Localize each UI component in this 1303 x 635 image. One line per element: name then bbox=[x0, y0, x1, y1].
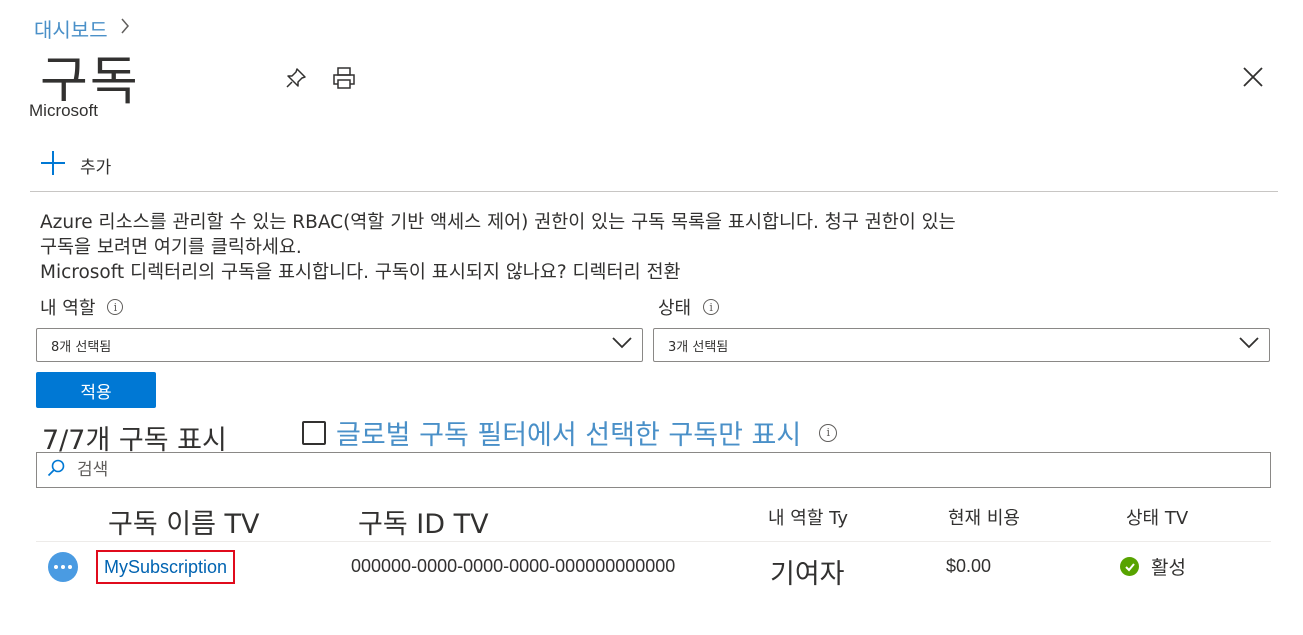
chevron-right-icon bbox=[120, 18, 130, 39]
description-line-2[interactable]: 구독을 보려면 여기를 클릭하세요. bbox=[40, 235, 1240, 260]
description: Azure 리소스를 관리할 수 있는 RBAC(역할 기반 액세스 제어) 권… bbox=[40, 210, 1240, 285]
column-header-status[interactable]: 상태 TV bbox=[1126, 504, 1188, 530]
status-filter-label: 상태 i bbox=[658, 294, 720, 320]
breadcrumb: 대시보드 bbox=[34, 14, 130, 43]
print-icon[interactable] bbox=[332, 66, 356, 90]
global-filter-option: 글로벌 구독 필터에서 선택한 구독만 표시 i bbox=[302, 413, 838, 452]
info-icon[interactable]: i bbox=[819, 423, 838, 442]
add-button-label: 추가 bbox=[80, 157, 112, 178]
column-header-cost[interactable]: 현재 비용 bbox=[948, 504, 1020, 530]
breadcrumb-dashboard-link[interactable]: 대시보드 bbox=[34, 14, 108, 43]
search-box bbox=[36, 452, 1271, 488]
role-cell: 기여자 bbox=[770, 559, 845, 590]
status-dropdown[interactable]: 3개 선택됨 bbox=[653, 328, 1270, 362]
page-subtitle: Microsoft bbox=[29, 101, 100, 121]
role-filter-label: 내 역할 i bbox=[40, 294, 124, 320]
check-circle-icon bbox=[1120, 557, 1139, 576]
close-icon[interactable] bbox=[1240, 64, 1266, 90]
cost-cell: $0.00 bbox=[946, 556, 992, 576]
role-filter-label-text: 내 역할 bbox=[40, 298, 96, 319]
status-text: 활성 bbox=[1151, 557, 1186, 579]
plus-icon bbox=[40, 150, 66, 180]
global-filter-checkbox[interactable] bbox=[302, 420, 326, 445]
more-icon[interactable] bbox=[48, 552, 78, 582]
role-dropdown[interactable]: 8개 선택됨 bbox=[36, 328, 643, 362]
pin-icon[interactable] bbox=[284, 66, 308, 90]
global-filter-label[interactable]: 글로벌 구독 필터에서 선택한 구독만 표시 bbox=[336, 413, 801, 452]
chevron-down-icon bbox=[1239, 337, 1259, 353]
info-icon[interactable]: i bbox=[107, 299, 124, 315]
role-dropdown-value: 8개 선택됨 bbox=[51, 339, 112, 355]
search-icon bbox=[47, 459, 65, 481]
description-line-1: Azure 리소스를 관리할 수 있는 RBAC(역할 기반 액세스 제어) 권… bbox=[40, 212, 956, 233]
info-icon[interactable]: i bbox=[703, 299, 720, 315]
column-header-id[interactable]: 구독 ID TV bbox=[358, 502, 489, 541]
description-line-3: Microsoft 디렉터리의 구독을 표시합니다. 구독이 표시되지 않나요?… bbox=[40, 262, 681, 283]
add-button[interactable]: 추가 bbox=[40, 150, 111, 180]
apply-button[interactable]: 적용 bbox=[36, 372, 156, 408]
status-cell: 활성 bbox=[1120, 553, 1186, 580]
subscription-name-link[interactable]: MySubscription bbox=[96, 550, 236, 584]
status-dropdown-value: 3개 선택됨 bbox=[668, 339, 729, 355]
search-input[interactable] bbox=[75, 459, 1229, 481]
column-header-role[interactable]: 내 역할 Ty bbox=[768, 504, 848, 530]
divider bbox=[30, 191, 1278, 192]
column-header-name[interactable]: 구독 이름 TV bbox=[108, 502, 260, 541]
chevron-down-icon bbox=[612, 337, 632, 353]
table-header-separator bbox=[36, 541, 1271, 542]
subscription-id-cell: 000000-0000-0000-0000-000000000000 bbox=[351, 556, 676, 576]
status-filter-label-text: 상태 bbox=[658, 298, 692, 319]
